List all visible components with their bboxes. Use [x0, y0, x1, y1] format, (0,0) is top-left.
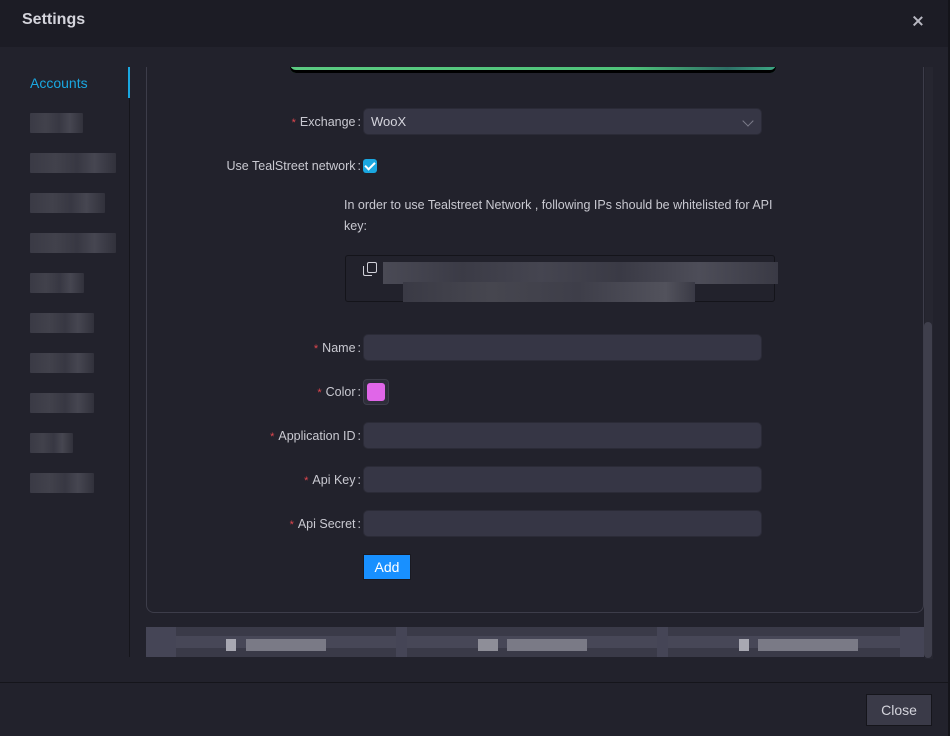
api-secret-row: * Api Secret:	[146, 510, 766, 538]
application-id-input[interactable]	[363, 422, 762, 449]
sidebar-item-redacted[interactable]	[30, 153, 116, 173]
add-account-button[interactable]: Add	[363, 554, 411, 580]
name-row: * Name:	[146, 334, 766, 362]
use-network-row: Use TealStreet network:	[146, 152, 766, 180]
accounts-panel: * Exchange: WooX Use TealStreet network: …	[146, 67, 924, 657]
settings-dialog: Settings Accounts * Exchange: WooX Use T…	[0, 0, 950, 736]
dialog-footer: Close	[0, 682, 948, 736]
exchange-select[interactable]: WooX	[363, 108, 762, 135]
redacted-pixel	[478, 639, 498, 651]
use-network-checkbox[interactable]	[363, 159, 377, 173]
settings-sidebar: Accounts	[0, 47, 130, 657]
redacted-pixel	[758, 639, 858, 651]
ip-whitelist-box	[345, 255, 778, 302]
sidebar-item-redacted[interactable]	[30, 393, 94, 413]
redacted-pixel	[226, 639, 236, 651]
close-icon[interactable]	[910, 14, 926, 30]
exchange-label: * Exchange:	[291, 115, 361, 129]
close-button[interactable]: Close	[866, 694, 932, 726]
sidebar-item-redacted[interactable]	[30, 193, 105, 213]
redacted-pixel	[739, 639, 749, 651]
color-swatch-fill	[367, 383, 385, 401]
name-input[interactable]	[363, 334, 762, 361]
sidebar-item-redacted[interactable]	[30, 273, 84, 293]
exchange-banner	[290, 67, 776, 73]
use-network-label: Use TealStreet network:	[226, 159, 361, 173]
sidebar-item-redacted[interactable]	[30, 113, 83, 133]
ip-list-redacted	[403, 282, 695, 302]
name-label: * Name:	[313, 341, 361, 355]
application-id-row: * Application ID:	[146, 422, 766, 450]
color-label: * Color:	[317, 385, 361, 399]
application-id-label: * Application ID:	[270, 429, 361, 443]
api-secret-label: * Api Secret:	[289, 517, 361, 531]
network-info-text: In order to use Tealstreet Network , fol…	[344, 198, 773, 233]
ip-list-redacted	[383, 262, 778, 284]
account-tabs	[146, 627, 924, 657]
sidebar-divider	[129, 67, 130, 657]
color-picker[interactable]	[363, 379, 389, 405]
redacted-pixel	[507, 639, 587, 651]
sidebar-item-redacted[interactable]	[30, 313, 94, 333]
exchange-row: * Exchange: WooX	[146, 108, 766, 136]
copy-icon[interactable]	[363, 262, 377, 276]
api-key-input[interactable]	[363, 466, 762, 493]
sidebar-item-redacted[interactable]	[30, 433, 73, 453]
chevron-down-icon	[742, 115, 754, 127]
scrollbar-thumb[interactable]	[924, 322, 932, 658]
api-key-row: * Api Key:	[146, 466, 766, 494]
api-secret-input[interactable]	[363, 510, 762, 537]
exchange-select-value: WooX	[371, 114, 407, 129]
sidebar-active-indicator	[128, 67, 130, 98]
dialog-header: Settings	[0, 0, 948, 47]
sidebar-item-accounts[interactable]: Accounts	[30, 75, 88, 91]
sidebar-item-redacted[interactable]	[30, 473, 94, 493]
api-key-label: * Api Key:	[304, 473, 361, 487]
dialog-title: Settings	[22, 11, 86, 28]
sidebar-item-redacted[interactable]	[30, 233, 116, 253]
sidebar-item-redacted[interactable]	[30, 353, 94, 373]
redacted-pixel	[246, 639, 326, 651]
color-row: * Color:	[146, 378, 766, 406]
